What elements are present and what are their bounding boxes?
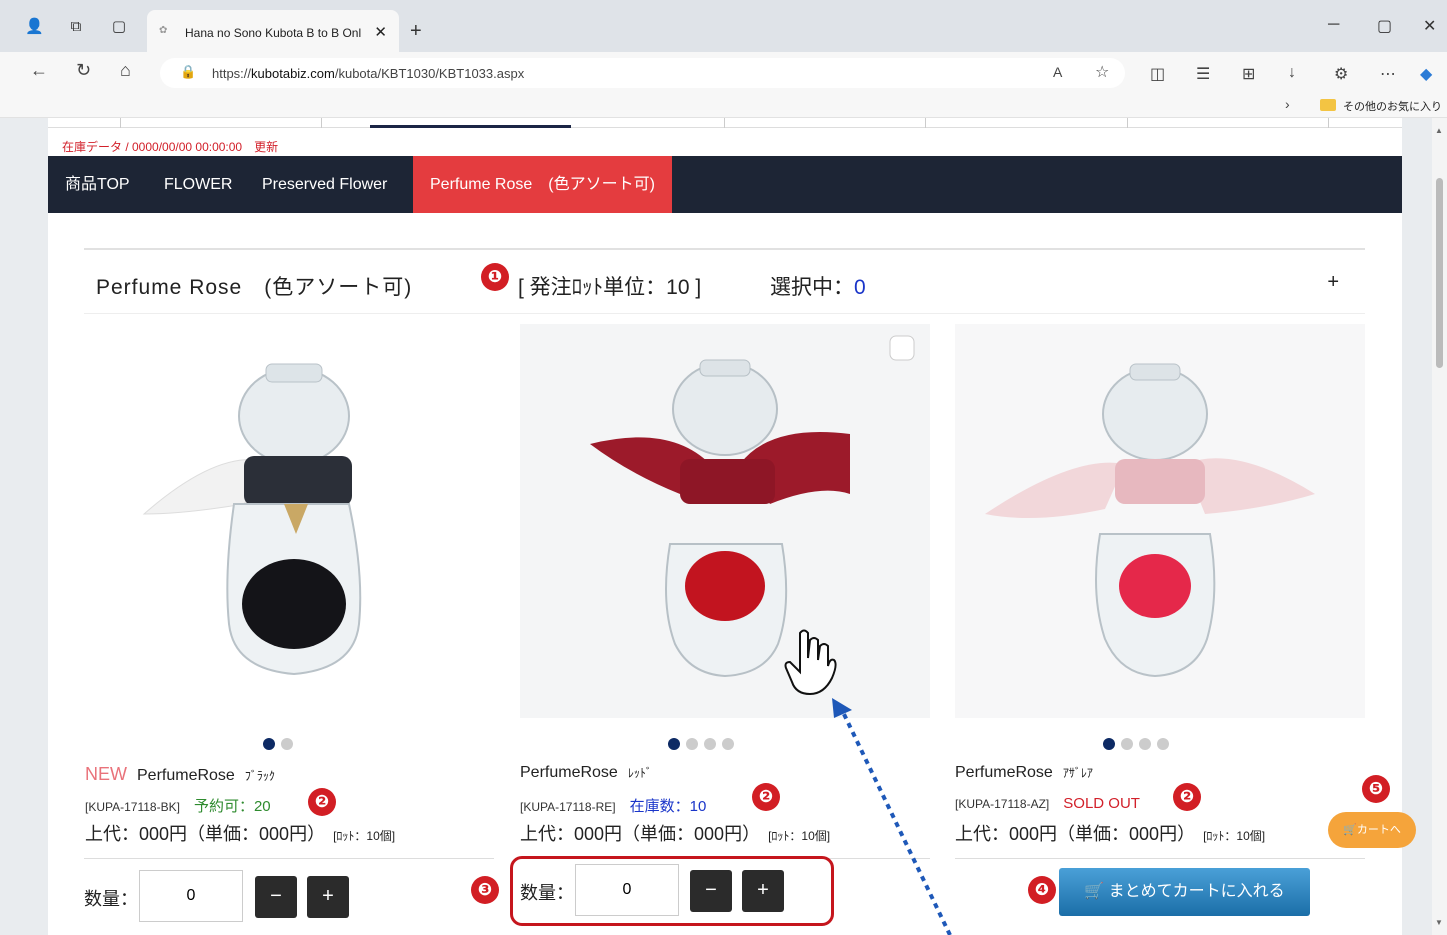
menu-item-top[interactable]: 商品TOP [65,156,130,213]
annotation-badge-2: ❷ [308,788,336,816]
split-screen-icon[interactable]: ◫ [1150,64,1165,84]
carousel-dot[interactable] [1139,738,1151,750]
copilot-icon[interactable]: ◆ [1420,64,1432,84]
annotation-arrow [832,698,952,935]
divider [955,858,1365,859]
browser-tab[interactable]: ✿ Hana no Sono Kubota B to B Onl ✕ [147,10,399,54]
back-icon[interactable]: ← [30,60,48,81]
profile-icon[interactable]: 👤 [25,18,44,36]
annotation-badge-4: ❹ [1028,876,1056,904]
product-code: [KUPA-17118-BK] 予約可：20 [85,798,271,815]
divider [84,858,494,859]
menu-item-preserved-flower[interactable]: Preserved Flower [262,156,387,213]
close-tab-icon[interactable]: ✕ [374,23,387,41]
product-price: 上代：000円（単価：000円） [ﾛｯﾄ：10個] [520,824,831,844]
favorite-star-icon[interactable]: ☆ [1095,62,1109,82]
product-price: 上代：000円（単価：000円） [ﾛｯﾄ：10個] [955,824,1266,844]
carousel-dot[interactable] [668,738,680,750]
quantity-highlight-box [510,856,834,926]
carousel-dot[interactable] [263,738,275,750]
annotation-badge-2: ❷ [1173,783,1201,811]
chevron-right-icon[interactable]: › [1285,96,1290,112]
home-icon[interactable]: ⌂ [120,60,131,81]
to-cart-button[interactable]: 🛒カートへ [1328,812,1416,848]
download-icon[interactable]: ↓ [1288,64,1296,82]
address-bar-row: ← ↻ ⌂ 🔒 https://kubotabiz.com/kubota/KBT… [0,52,1447,92]
product-name: PerfumeRose ｱｻﾞﾚｱ [955,764,1093,781]
collections-icon[interactable]: ⊞ [1242,64,1255,84]
active-tab-indicator [370,125,571,128]
product-image-black[interactable] [84,324,494,718]
carousel-dot[interactable] [1157,738,1169,750]
menu-item-perfume-rose[interactable]: Perfume Rose (色アソート可) [413,156,672,213]
annotation-badge-2: ❷ [752,783,780,811]
cart-icon: 🛒 [1084,883,1109,900]
carousel-dots-azalea[interactable] [1103,737,1175,750]
read-aloud-icon[interactable]: A [1053,64,1062,80]
browser-titlebar: 👤 ⧉ ▢ ✿ Hana no Sono Kubota B to B Onl ✕… [0,0,1447,54]
carousel-dot[interactable] [1121,738,1133,750]
top-tab-strip [48,118,1402,128]
folder-icon [1320,99,1336,111]
carousel-dots-red[interactable] [668,737,740,750]
extensions-icon[interactable]: ⚙ [1334,64,1348,84]
add-all-to-cart-button[interactable]: 🛒 まとめてカートに入れる [1059,868,1310,916]
product-code: [KUPA-17118-RE] 在庫数：10 [520,798,707,815]
scroll-thumb[interactable] [1436,178,1443,368]
new-tab-icon[interactable]: + [410,20,422,43]
tab-actions-icon[interactable]: ▢ [110,18,128,36]
carousel-dot[interactable] [722,738,734,750]
quantity-input[interactable] [139,870,243,922]
close-window-icon[interactable]: ✕ [1423,16,1436,36]
stock-update-text: 在庫データ / 0000/00/00 00:00:00 更新 [62,140,279,154]
stock-status: SOLD OUT [1063,795,1140,812]
maximize-icon[interactable]: ▢ [1377,16,1392,36]
category-menu: 商品TOP FLOWER Preserved Flower Perfume Ro… [48,156,1402,213]
carousel-dot[interactable] [1103,738,1115,750]
minimize-icon[interactable]: ─ [1328,16,1339,34]
scroll-up-icon[interactable]: ▲ [1435,126,1443,135]
quantity-minus-button[interactable]: − [255,876,297,918]
menu-item-flower[interactable]: FLOWER [164,156,232,213]
product-name: NEW PerfumeRose ﾌﾞﾗｯｸ [85,764,275,784]
stock-status: 予約可：20 [193,798,271,815]
product-image-azalea[interactable] [955,324,1365,718]
pointer-hand-icon [784,629,837,696]
favorites-icon[interactable]: ☰ [1196,64,1210,84]
section-header[interactable]: Perfume Rose (色アソート可) [ 発注ﾛｯﾄ単位：10 ] 選択中… [84,248,1365,314]
lock-icon: 🔒 [180,64,197,79]
carousel-dot[interactable] [281,738,293,750]
selected-count: 選択中：0 [770,276,866,299]
expand-icon[interactable]: + [1327,271,1339,294]
annotation-badge-3: ❸ [471,876,499,904]
carousel-dot[interactable] [704,738,716,750]
quantity-plus-button[interactable]: + [307,876,349,918]
product-price: 上代：000円（単価：000円） [ﾛｯﾄ：10個] [85,824,396,844]
lot-unit-label: [ 発注ﾛｯﾄ単位：10 ] [518,276,702,299]
cart-icon: 🛒 [1343,824,1357,836]
scroll-down-icon[interactable]: ▼ [1435,918,1443,927]
site-favicon-icon: ✿ [159,25,168,36]
annotation-badge-1: ❶ [481,263,509,291]
stock-status: 在庫数：10 [629,798,707,815]
more-icon[interactable]: ⋯ [1380,64,1396,84]
carousel-dot[interactable] [686,738,698,750]
new-badge: NEW [85,764,127,784]
other-favorites[interactable]: その他のお気に入り [1343,98,1442,114]
product-name: PerfumeRose ﾚｯﾄﾞ [520,764,652,781]
section-title: Perfume Rose (色アソート可) [96,276,413,299]
url-text: https://kubotabiz.com/kubota/KBT1030/KBT… [212,66,525,81]
annotation-badge-5: ❺ [1362,775,1390,803]
workspaces-icon[interactable]: ⧉ [67,18,85,36]
favorites-bar: › その他のお気に入り [0,92,1447,118]
scrollbar[interactable]: ▲ ▼ [1432,118,1447,935]
quantity-label: 数量： [84,889,138,909]
url-field[interactable]: 🔒 https://kubotabiz.com/kubota/KBT1030/K… [160,58,1125,88]
product-image-red[interactable] [520,324,930,718]
refresh-icon[interactable]: ↻ [76,60,91,81]
tab-title: Hana no Sono Kubota B to B Onl [185,26,362,40]
carousel-dots-black[interactable] [263,737,299,750]
product-code: [KUPA-17118-AZ] SOLD OUT [955,795,1140,812]
